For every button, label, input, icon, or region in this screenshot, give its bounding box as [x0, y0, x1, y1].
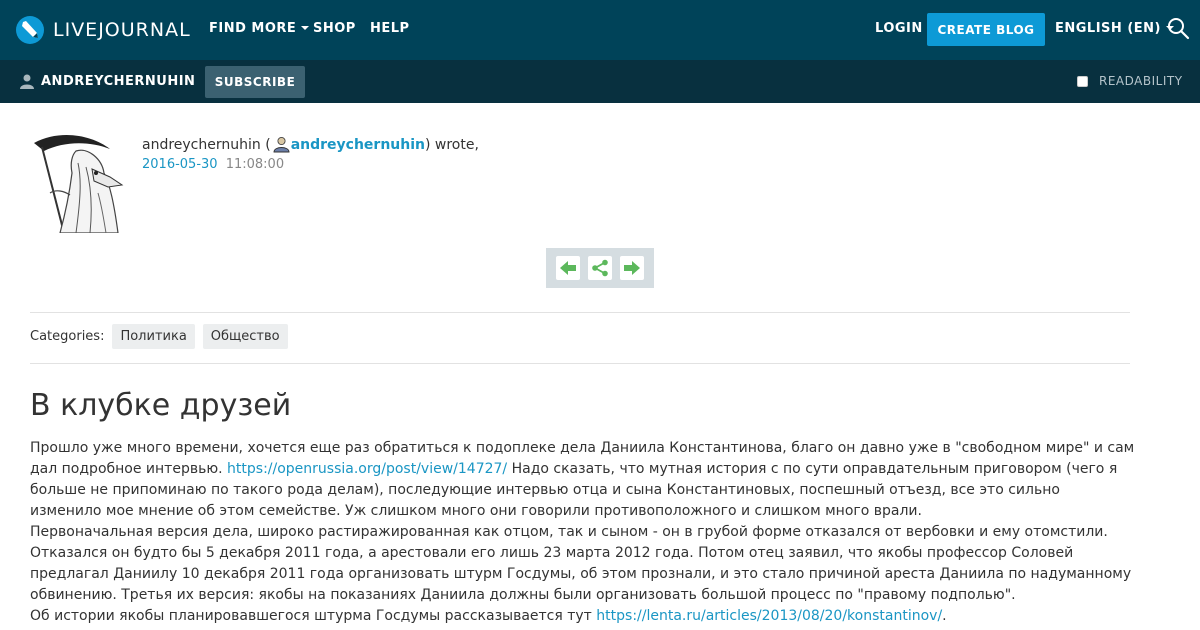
user-head-icon[interactable]	[273, 136, 290, 153]
category-tag-politics[interactable]: Политика	[112, 324, 195, 349]
readability-toggle[interactable]: READABILITY	[1077, 74, 1183, 88]
openrussia-link[interactable]: https://openrussia.org/post/view/14727/	[227, 461, 507, 477]
entry-title: В клубке друзей	[30, 388, 292, 423]
create-blog-button[interactable]: CREATE BLOG	[927, 13, 1045, 46]
login-link[interactable]: LOGIN	[875, 21, 923, 36]
entry-author-line: andreychernuhin ( andreychernuhin ) wrot…	[142, 136, 479, 153]
entry-datetime: 2016-05-30 11:08:00	[142, 157, 284, 172]
entry-paragraph: Первоначальная версия дела, широко расти…	[30, 524, 1132, 603]
nav-find-more[interactable]: FIND MORE	[209, 21, 310, 36]
entry-author-nick-link[interactable]: andreychernuhin	[291, 137, 425, 153]
previous-entry-button[interactable]	[556, 256, 580, 280]
language-label: ENGLISH (EN)	[1055, 21, 1161, 36]
entry-body: Прошло уже много времени, хочется еще ра…	[30, 438, 1135, 627]
livejournal-logo-icon	[16, 16, 44, 44]
entry-time: 11:08:00	[225, 157, 285, 172]
author-open-paren: (	[260, 136, 271, 153]
journal-user-link[interactable]: ANDREYCHERNUHIN	[20, 74, 195, 89]
readability-checkbox[interactable]	[1077, 75, 1088, 87]
language-selector[interactable]: ENGLISH (EN)	[1055, 21, 1174, 36]
grim-reaper-avatar-icon	[30, 133, 124, 233]
entry-navigation	[546, 248, 654, 288]
logo-text: LIVEJOURNAL	[53, 19, 191, 41]
entry-paragraph: Прошло уже много времени, хочется еще ра…	[30, 438, 1135, 522]
next-entry-button[interactable]	[620, 256, 644, 280]
entry-date-link[interactable]: 2016-05-30	[142, 157, 218, 172]
entry-paragraph: Об истории якобы планировавшегося штурма…	[30, 606, 1135, 627]
author-close-text: ) wrote,	[424, 136, 479, 153]
category-tag-society[interactable]: Общество	[202, 324, 288, 349]
nav-help[interactable]: HELP	[370, 21, 410, 36]
nav-find-more-label: FIND MORE	[209, 21, 297, 36]
lenta-link[interactable]: https://lenta.ru/articles/2013/08/20/kon…	[596, 608, 942, 624]
chevron-down-icon	[301, 25, 310, 30]
journal-bar: ANDREYCHERNUHIN	[0, 60, 1200, 103]
entry-text: .	[942, 608, 947, 624]
entry-categories: Categories: Политика Общество	[30, 324, 296, 349]
divider	[30, 363, 1130, 364]
nav-shop[interactable]: SHOP	[313, 21, 356, 36]
share-icon	[592, 259, 608, 277]
livejournal-logo[interactable]: LIVEJOURNAL	[15, 15, 191, 45]
top-navbar: LIVEJOURNAL FIND MORE SHOP HELP LOGIN CR…	[0, 0, 1200, 60]
avatar[interactable]	[30, 133, 124, 233]
readability-label: READABILITY	[1099, 74, 1183, 88]
entry-author-name: andreychernuhin	[142, 136, 261, 153]
subscribe-button[interactable]: SUBSCRIBE	[205, 66, 305, 98]
search-icon[interactable]	[1166, 16, 1190, 40]
categories-label: Categories:	[30, 329, 105, 344]
arrow-right-icon	[624, 261, 640, 275]
arrow-left-icon	[560, 261, 576, 275]
divider	[30, 312, 1130, 313]
journal-username: ANDREYCHERNUHIN	[41, 74, 196, 89]
share-button[interactable]	[588, 256, 612, 280]
user-icon	[20, 74, 34, 89]
entry-text: Об истории якобы планировавшегося штурма…	[30, 608, 597, 624]
